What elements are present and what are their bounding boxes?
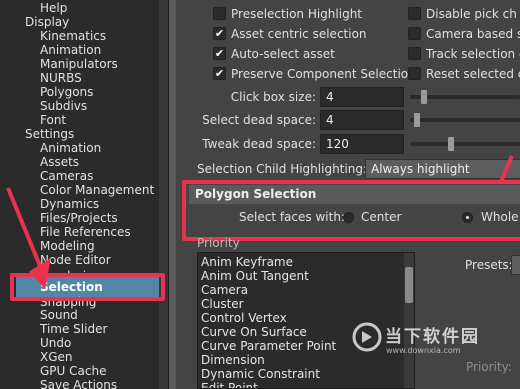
checkbox[interactable]: ✔ [213,27,226,40]
checkbox[interactable] [213,7,226,20]
checkbox-label: Auto-select asset [231,47,335,61]
tree-item-file-references[interactable]: File References [40,225,131,239]
checkbox-label: Disable pick ch [426,7,517,21]
tree-item-color-management[interactable]: Color Management [40,183,154,197]
tree-item-undo[interactable]: Undo [40,336,71,350]
tweak-dead-slider-handle[interactable] [448,137,454,151]
tree-item-dynamics[interactable]: Dynamics [40,197,99,211]
tree-item-font[interactable]: Font [40,113,66,127]
tree-item-save-actions[interactable]: Save Actions [40,378,117,389]
watermark-title: 当下软件园 [385,327,480,347]
preferences-category-tree[interactable]: Help Display Kinematics Animation Manipulato… [0,0,168,389]
select-dead-space-label: Select dead space: [202,113,316,127]
dead-space-slider-handle[interactable] [414,113,420,127]
checkbox[interactable] [408,27,421,40]
checkbox[interactable] [408,67,421,80]
tweak-dead-space-field[interactable]: 120 [320,134,404,154]
tree-item-nurbs[interactable]: NURBS [40,71,82,85]
priority-scroll-thumb[interactable] [405,267,413,303]
tree-item-subdivs[interactable]: Subdivs [40,99,87,113]
polygon-selection-highlight-box [182,180,520,241]
checkbox-label: Reset selected cl [426,67,520,81]
presets-label: Presets: [465,258,513,272]
priority-item[interactable]: Dimension [201,353,265,367]
watermark-url: www.downxia.com [386,346,461,355]
child-highlighting-label: Selection Child Highlighting: [197,162,367,176]
tree-item-polygons[interactable]: Polygons [40,85,93,99]
tree-item-animation[interactable]: Animation [40,43,101,57]
priority-item[interactable]: Edit Point [201,381,258,388]
tree-item-kinematics[interactable]: Kinematics [40,29,106,43]
priority-item[interactable]: Cluster [201,297,244,311]
tree-item-node-editor[interactable]: Node Editor [40,253,111,267]
checkbox-label: Preselection Highlight [231,7,363,21]
tree-item-assets[interactable]: Assets [40,155,79,169]
checkbox-label: Preserve Component Selection [231,67,416,81]
checkbox-label: Asset centric selection [231,27,367,41]
tree-item-sound[interactable]: Sound [40,308,78,322]
priority-item[interactable]: Anim Keyframe [201,255,293,269]
priority-value-label: Priority: [466,360,512,374]
tree-item-gpu-cache[interactable]: GPU Cache [40,364,106,378]
dead-space-slider-track[interactable] [410,118,520,122]
priority-item[interactable]: Dynamic Constraint [201,367,320,381]
presets-dropdown[interactable] [511,255,520,275]
tree-item-help[interactable]: Help [40,1,67,15]
tree-item-settings[interactable]: Settings [25,127,74,141]
checkbox-label: Camera based s [426,27,520,41]
checkbox[interactable] [408,47,421,60]
tree-item-xgen[interactable]: XGen [40,350,73,364]
click-box-slider-handle[interactable] [421,90,427,104]
priority-item[interactable]: Curve Parameter Point [201,339,336,353]
checkbox[interactable]: ✔ [213,47,226,60]
checkbox-label: Track selection o [426,47,520,61]
select-dead-space-field[interactable]: 4 [320,110,404,130]
checkbox[interactable]: ✔ [213,67,226,80]
tweak-dead-slider-track[interactable] [410,142,520,146]
priority-item[interactable]: Curve On Surface [201,325,307,339]
priority-scrollbar[interactable] [404,253,414,388]
priority-section-label: Priority [197,236,240,250]
priority-item[interactable]: Control Vertex [201,311,287,325]
tree-item-time-slider[interactable]: Time Slider [40,322,107,336]
tree-item-display[interactable]: Display [25,15,69,29]
click-box-size-label: Click box size: [230,90,316,104]
tree-item-animation[interactable]: Animation [40,141,101,155]
tree-item-cameras[interactable]: Cameras [40,169,93,183]
selection-highlight-box [10,273,165,301]
priority-list[interactable]: Anim Keyframe Anim Out Tangent Camera Clust… [197,252,415,389]
priority-item[interactable]: Camera [201,283,248,297]
tweak-dead-space-label: Tweak dead space: [202,137,316,151]
child-highlighting-dropdown[interactable]: Always highlight [365,159,520,179]
panel-divider[interactable] [168,0,176,389]
checkbox[interactable] [408,7,421,20]
tree-item-manipulators[interactable]: Manipulators [40,57,118,71]
priority-item[interactable]: Anim Out Tangent [201,269,309,283]
tree-item-files-projects[interactable]: Files/Projects [40,211,118,225]
tree-item-modeling[interactable]: Modeling [40,239,95,253]
tree-scrollbar[interactable] [159,0,168,389]
click-box-size-field[interactable]: 4 [320,87,404,107]
watermark-logo-icon [352,322,382,352]
